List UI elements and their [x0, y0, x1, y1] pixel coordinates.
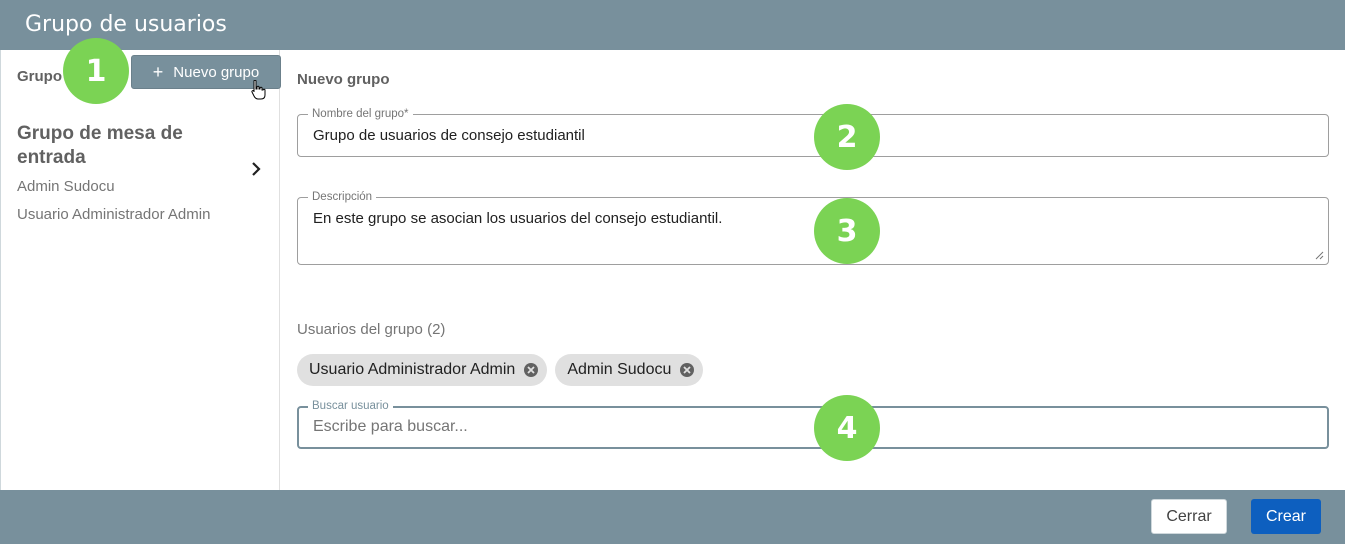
dialog-footer: Cerrar Crear	[0, 490, 1345, 544]
group-name-field[interactable]: Nombre del grupo* Grupo de usuarios de c…	[297, 107, 1329, 157]
group-name-label: Nombre del grupo*	[308, 107, 413, 121]
group-member: Usuario Administrador Admin	[17, 206, 211, 223]
search-user-label: Buscar usuario	[308, 399, 393, 413]
hand-cursor-icon	[251, 80, 266, 100]
dialog-header: Grupo de usuarios	[0, 0, 1345, 50]
user-group-dialog: Grupo de usuarios Grupo + Nuevo grupo Gr…	[0, 0, 1345, 544]
remove-chip-icon[interactable]	[523, 362, 539, 378]
groups-label: Grupo	[17, 68, 62, 85]
user-chip[interactable]: Usuario Administrador Admin	[297, 354, 548, 386]
dialog-title: Grupo de usuarios	[25, 12, 227, 37]
plus-icon: +	[152, 62, 164, 82]
group-list-item[interactable]: Grupo de mesa de entrada Admin Sudocu Us…	[17, 122, 267, 232]
group-name-value[interactable]: Grupo de usuarios de consejo estudiantil	[313, 127, 585, 144]
description-value[interactable]: En este grupo se asocian los usuarios de…	[313, 210, 722, 227]
close-button[interactable]: Cerrar	[1151, 499, 1227, 534]
search-user-field[interactable]: Buscar usuario	[297, 399, 1329, 449]
annotation-badge: 1	[63, 38, 129, 104]
new-group-button-label: Nuevo grupo	[173, 63, 260, 81]
group-form: Nuevo grupo Nombre del grupo* Grupo de u…	[281, 50, 1345, 490]
group-name: Grupo de mesa de entrada	[17, 123, 183, 168]
annotation-badge: 2	[814, 104, 880, 170]
form-section-title: Nuevo grupo	[297, 71, 390, 88]
selected-users-chips: Usuario Administrador Admin Admin Sudocu	[297, 354, 704, 386]
resize-handle-icon[interactable]	[1314, 250, 1324, 260]
annotation-badge: 3	[814, 198, 880, 264]
create-button[interactable]: Crear	[1251, 499, 1321, 534]
search-user-input[interactable]	[313, 418, 1293, 436]
user-chip-label: Admin Sudocu	[567, 361, 672, 378]
remove-chip-icon[interactable]	[679, 362, 695, 378]
description-label: Descripción	[308, 190, 377, 204]
description-field[interactable]: Descripción En este grupo se asocian los…	[297, 190, 1329, 265]
user-chip[interactable]: Admin Sudocu	[555, 354, 704, 386]
annotation-badge: 4	[814, 395, 880, 461]
groups-sidebar: Grupo + Nuevo grupo Grupo de mesa de ent…	[0, 50, 281, 490]
group-member: Admin Sudocu	[17, 178, 115, 195]
chevron-right-icon[interactable]	[249, 162, 263, 176]
group-users-title: Usuarios del grupo (2)	[297, 321, 446, 338]
user-chip-label: Usuario Administrador Admin	[309, 361, 516, 378]
